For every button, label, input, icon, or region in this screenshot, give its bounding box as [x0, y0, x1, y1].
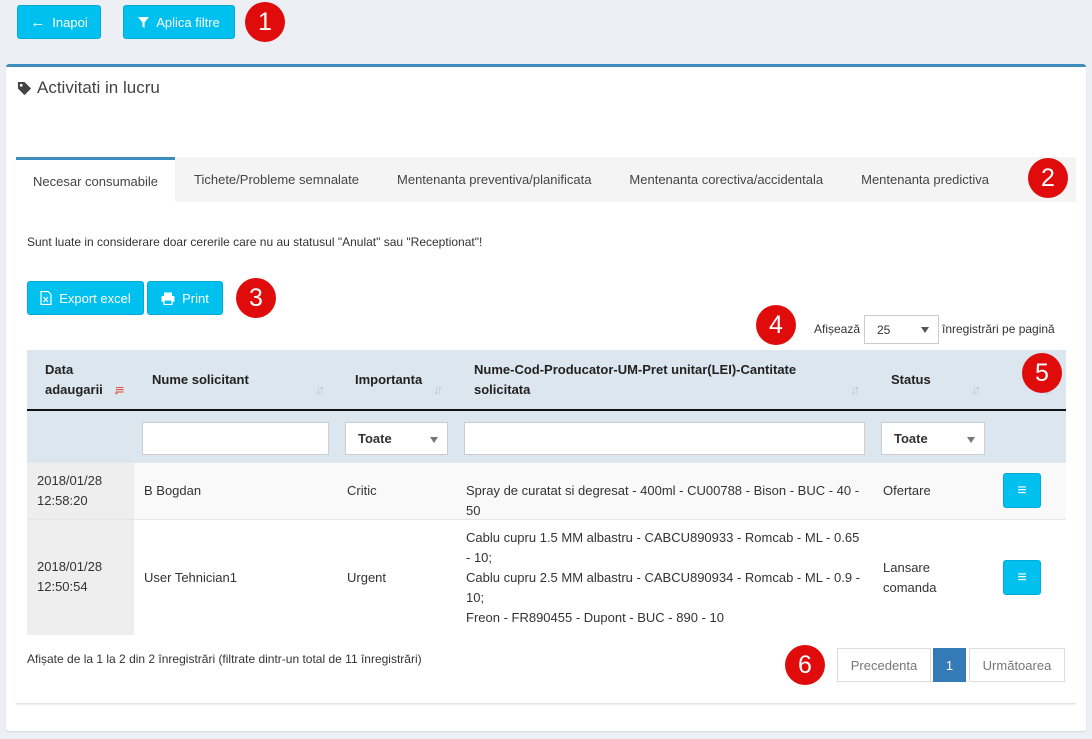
row-menu-button[interactable]: ≡: [1003, 473, 1041, 508]
print-label: Print: [182, 290, 209, 306]
marker-4: 4: [756, 305, 796, 345]
sort-icon[interactable]: ↓↑: [433, 382, 443, 397]
tag-icon: [17, 81, 32, 95]
row-items: Cablu cupru 1.5 MM albastru - CABCU89093…: [466, 530, 861, 625]
row-status: Lansare comanda: [883, 560, 937, 595]
row-name: User Tehnician1: [144, 570, 237, 585]
table-info: Afișate de la 1 la 2 din 2 înregistrări …: [27, 652, 422, 666]
chevron-down-icon: [921, 327, 929, 333]
filter-row: Toate Toate: [27, 411, 1066, 462]
marker-3: 3: [236, 278, 276, 318]
header-status[interactable]: Status: [891, 350, 931, 409]
row-importance: Urgent: [347, 570, 387, 585]
sort-icon[interactable]: ↓↑: [850, 382, 860, 397]
apply-filters-label: Aplica filtre: [156, 14, 220, 30]
chevron-down-icon: [967, 437, 975, 443]
chevron-down-icon: [430, 437, 438, 443]
arrow-left-icon: ←: [30, 13, 46, 31]
export-excel-label: Export excel: [59, 290, 131, 306]
row-status: Ofertare: [883, 483, 931, 498]
table-row: 2018/01/28 12:58:20 B Bogdan Critic Spra…: [27, 462, 1066, 519]
back-button[interactable]: ← Inapoi: [17, 5, 101, 39]
tab-bar: Necesar consumabile Tichete/Probleme sem…: [16, 157, 1076, 202]
header-produse[interactable]: Nume-Cod-Producator-UM-Pret unitar(LEI)-…: [474, 350, 844, 409]
tab-necesar-consumabile[interactable]: Necesar consumabile: [16, 157, 176, 202]
table-header: Data adaugarii ↓≡ Nume solicitant ↓↑ Imp…: [27, 350, 1066, 411]
marker-5: 5: [1022, 353, 1062, 393]
sort-desc-icon[interactable]: ↓≡: [113, 382, 124, 397]
row-date: 2018/01/28 12:58:20: [37, 473, 103, 508]
page-length-prefix: Afișează: [814, 322, 861, 336]
filter-importanta-select[interactable]: Toate: [345, 422, 448, 455]
print-button[interactable]: Print: [147, 281, 223, 315]
row-date: 2018/01/28 12:50:54: [37, 559, 103, 594]
sort-icon[interactable]: ↓↑: [971, 382, 981, 397]
page-length-select[interactable]: 25: [864, 315, 939, 344]
header-data-adaugarii[interactable]: Data adaugarii: [45, 350, 115, 409]
marker-1: 1: [245, 2, 285, 42]
box-title-text: Activitati in lucru: [37, 78, 160, 97]
tab-mentenanta-preventiva[interactable]: Mentenanta preventiva/planificata: [378, 157, 610, 202]
marker-2: 2: [1028, 158, 1068, 198]
header-importanta[interactable]: Importanta: [355, 350, 422, 409]
apply-filters-button[interactable]: Aplica filtre: [123, 5, 235, 39]
next-page-button[interactable]: Următoarea: [969, 648, 1065, 682]
row-importance: Critic: [347, 483, 377, 498]
page-length-suffix: înregistrări pe pagină: [942, 322, 1055, 336]
box-title: Activitati in lucru: [17, 78, 160, 98]
filter-icon: [138, 16, 150, 28]
menu-icon: ≡: [1017, 481, 1027, 499]
tab-tichete[interactable]: Tichete/Probleme semnalate: [175, 157, 378, 202]
printer-icon: [161, 292, 175, 305]
tab-mentenanta-corectiva[interactable]: Mentenanta corectiva/accidentala: [610, 157, 842, 202]
filter-produse-input[interactable]: [464, 422, 865, 455]
tab-mentenanta-predictiva[interactable]: Mentenanta predictiva: [842, 157, 1008, 202]
sort-icon[interactable]: ↓↑: [315, 382, 325, 397]
filter-status-select[interactable]: Toate: [881, 422, 985, 455]
excel-file-icon: [40, 291, 52, 305]
row-menu-button[interactable]: ≡: [1003, 560, 1041, 595]
header-nume-solicitant[interactable]: Nume solicitant: [152, 350, 249, 409]
filter-nume-input[interactable]: [142, 422, 329, 455]
prev-page-button[interactable]: Precedenta: [837, 648, 931, 682]
row-items: Spray de curatat si degresat - 400ml - C…: [466, 483, 860, 518]
marker-6: 6: [785, 645, 825, 685]
row-name: B Bogdan: [144, 483, 202, 498]
menu-icon: ≡: [1017, 568, 1027, 586]
export-excel-button[interactable]: Export excel: [27, 281, 144, 315]
page-1-button[interactable]: 1: [933, 648, 966, 682]
status-note: Sunt luate in considerare doar cererile …: [27, 235, 483, 249]
page-length-value: 25: [877, 322, 891, 337]
back-button-label: Inapoi: [52, 14, 88, 30]
table-row: 2018/01/28 12:50:54 User Tehnician1 Urge…: [27, 519, 1066, 635]
